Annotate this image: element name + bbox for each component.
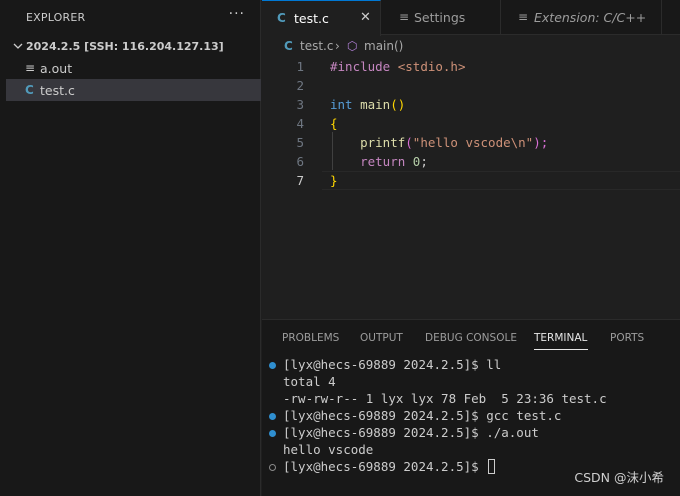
settings-file-icon: ≡ <box>399 10 410 24</box>
tab-ports[interactable]: PORTS <box>610 332 644 344</box>
code-token: { <box>330 116 338 131</box>
tab-terminal[interactable]: TERMINAL <box>534 332 587 344</box>
code-token: int <box>330 97 353 112</box>
close-icon[interactable]: ✕ <box>360 10 371 25</box>
folder-label: 2024.2.5 [SSH: 116.204.127.13] <box>26 40 224 53</box>
file-name: test.c <box>40 83 75 98</box>
terminal-line: [lyx@hecs-69889 2024.2.5]$ ./a.out <box>283 425 539 440</box>
line-number: 6 <box>296 154 304 169</box>
line-number-current: 7 <box>296 173 304 188</box>
code-token: () <box>390 97 406 112</box>
tab-test-c[interactable]: C test.c ✕ <box>262 0 381 36</box>
line-number: 1 <box>296 59 304 74</box>
code-token: ); <box>533 135 549 150</box>
command-success-icon[interactable] <box>269 362 276 369</box>
terminal-cursor <box>488 459 496 474</box>
code-token: ; <box>420 154 428 169</box>
code-token: #include <box>330 59 391 74</box>
watermark: CSDN @沫小希 <box>574 470 664 485</box>
c-file-icon: C <box>284 39 293 53</box>
explorer-sidebar: EXPLORER ··· 2024.2.5 [SSH: 116.204.127.… <box>6 0 261 496</box>
tab-debug-console[interactable]: DEBUG CONSOLE <box>425 332 517 344</box>
code-line-1: #include <stdio.h> <box>330 59 465 74</box>
command-success-icon[interactable] <box>269 430 276 437</box>
extension-file-icon: ≡ <box>518 10 529 24</box>
file-lines-icon: ≡ <box>25 61 36 75</box>
command-pending-icon <box>269 464 276 471</box>
file-item-test-c[interactable]: C test.c <box>6 79 261 101</box>
tab-extension-cpp[interactable]: ≡ Extension: C/C++ <box>501 0 662 35</box>
terminal-line: -rw-rw-r-- 1 lyx lyx 78 Feb 5 23:36 test… <box>283 391 607 406</box>
terminal-prompt-line[interactable]: [lyx@hecs-69889 2024.2.5]$ <box>283 459 496 474</box>
code-token: main <box>360 97 391 112</box>
code-token: "hello vscode\n" <box>412 135 534 150</box>
line-number: 3 <box>296 97 304 112</box>
breadcrumb: C test.c › ⬡ main() <box>262 36 680 56</box>
code-line-4: { <box>330 116 338 131</box>
tab-label: Extension: C/C++ <box>534 10 647 25</box>
code-token: ( <box>405 135 413 150</box>
code-editor[interactable]: 1 2 3 4 5 6 7 #include <stdio.h> int mai… <box>262 56 680 319</box>
code-line-3: int main() <box>330 97 405 112</box>
c-file-icon: C <box>25 83 34 97</box>
breadcrumb-symbol[interactable]: main() <box>364 39 403 53</box>
more-actions-icon[interactable]: ··· <box>229 6 245 22</box>
line-number: 2 <box>296 78 304 93</box>
chevron-right-icon: › <box>335 39 340 53</box>
c-file-icon: C <box>277 11 286 25</box>
explorer-header: EXPLORER ··· <box>6 0 261 35</box>
breadcrumb-file[interactable]: test.c <box>300 39 333 53</box>
editor-tab-bar: C test.c ✕ ≡ Settings ≡ Extension: C/C++ <box>262 0 680 36</box>
current-line-highlight <box>322 171 680 190</box>
line-number: 4 <box>296 116 304 131</box>
code-line-6: return 0; <box>330 154 428 169</box>
cube-symbol-icon: ⬡ <box>347 39 358 53</box>
file-name: a.out <box>40 61 73 76</box>
terminal-line: total 4 <box>283 374 336 389</box>
code-token: <stdio.h> <box>397 59 466 74</box>
code-line-7: } <box>330 173 338 188</box>
code-line-5: printf("hello vscode\n"); <box>330 135 548 150</box>
chevron-down-icon[interactable] <box>12 40 24 52</box>
terminal-line: [lyx@hecs-69889 2024.2.5]$ <box>283 459 487 474</box>
explorer-title: EXPLORER <box>26 11 86 24</box>
terminal-line: hello vscode <box>283 442 374 457</box>
terminal-line: [lyx@hecs-69889 2024.2.5]$ ll <box>283 357 502 372</box>
file-item-a-out[interactable]: ≡ a.out <box>6 57 261 79</box>
tab-output[interactable]: OUTPUT <box>360 332 403 344</box>
code-token: } <box>330 173 338 188</box>
code-token: printf <box>360 135 406 150</box>
code-token: return <box>360 154 406 169</box>
tab-label: Settings <box>414 10 466 25</box>
line-number: 5 <box>296 135 304 150</box>
active-tab-indicator <box>534 349 588 350</box>
tab-label: test.c <box>294 11 329 26</box>
folder-root[interactable]: 2024.2.5 [SSH: 116.204.127.13] <box>6 37 261 57</box>
tab-problems[interactable]: PROBLEMS <box>282 332 339 344</box>
terminal-line: [lyx@hecs-69889 2024.2.5]$ gcc test.c <box>283 408 562 423</box>
command-success-icon[interactable] <box>269 413 276 420</box>
tab-settings[interactable]: ≡ Settings <box>381 0 501 35</box>
